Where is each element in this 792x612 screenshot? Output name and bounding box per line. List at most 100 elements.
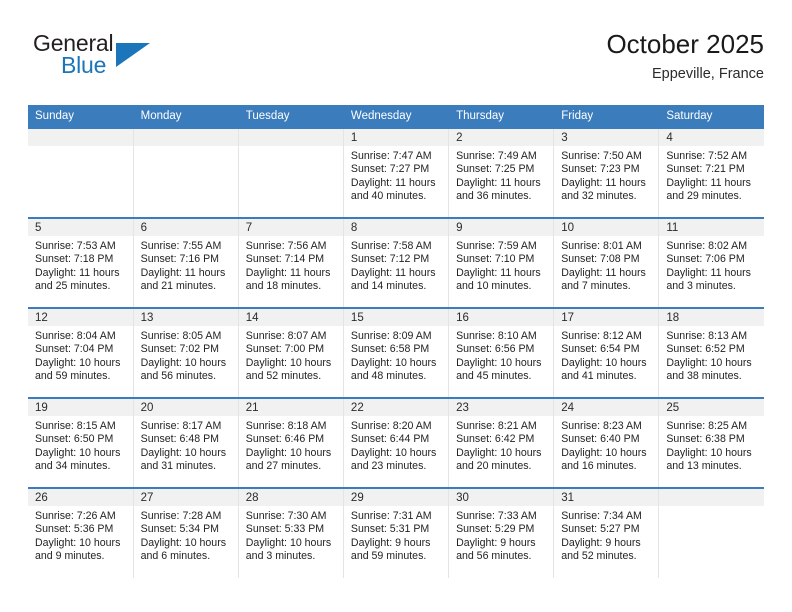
daylight-duration-line2: and 16 minutes. bbox=[561, 460, 637, 473]
calendar-day-cell[interactable]: 29 Sunrise: 7:31 AM Sunset: 5:31 PM Dayligh… bbox=[343, 487, 450, 578]
calendar-day-cell[interactable]: 6 Sunrise: 7:55 AM Sunset: 7:16 PM Daylight… bbox=[133, 217, 239, 308]
daylight-duration-line1: Daylight: 10 hours bbox=[140, 356, 227, 369]
calendar-day-cell[interactable]: 11 Sunrise: 8:02 AM Sunset: 7:06 PM Dayligh… bbox=[658, 217, 764, 308]
calendar-day-cell[interactable]: 16 Sunrise: 8:10 AM Sunset: 6:56 PM Dayligh… bbox=[448, 307, 555, 398]
sunset-time: Sunset: 7:06 PM bbox=[666, 253, 745, 266]
sunrise-time: Sunrise: 7:31 AM bbox=[350, 510, 432, 522]
sunrise-time: Sunrise: 8:23 AM bbox=[561, 420, 642, 432]
calendar-day-cell[interactable]: 24 Sunrise: 8:23 AM Sunset: 6:40 PM Dayligh… bbox=[553, 397, 660, 488]
calendar-day-cell[interactable]: 30 Sunrise: 7:33 AM Sunset: 5:29 PM Dayligh… bbox=[448, 487, 555, 578]
logo-text-blue: Blue bbox=[61, 52, 107, 78]
sunrise-time: Sunrise: 8:04 AM bbox=[35, 330, 116, 342]
day-number: 3 bbox=[554, 129, 659, 146]
sunrise-time: Sunrise: 8:07 AM bbox=[245, 330, 327, 342]
sunset-time: Sunset: 7:16 PM bbox=[140, 253, 219, 266]
day-details: Sunrise: 8:05 AM Sunset: 7:02 PM Daylight:… bbox=[134, 326, 238, 384]
calendar-day-cell[interactable]: 10 Sunrise: 8:01 AM Sunset: 7:08 PM Dayligh… bbox=[553, 217, 660, 308]
calendar-day-cell[interactable]: 26 Sunrise: 7:26 AM Sunset: 5:36 PM Dayligh… bbox=[28, 487, 134, 578]
daylight-duration-line2: and 52 minutes. bbox=[561, 550, 637, 563]
daylight-duration-line1: Daylight: 11 hours bbox=[350, 266, 436, 279]
sunset-time: Sunset: 7:21 PM bbox=[666, 163, 745, 176]
day-details: Sunrise: 7:34 AM Sunset: 5:27 PM Daylight:… bbox=[554, 506, 658, 564]
calendar-day-cell[interactable]: 1 Sunrise: 7:47 AM Sunset: 7:27 PM Daylight… bbox=[343, 127, 450, 218]
triangle-icon bbox=[116, 43, 150, 67]
daylight-duration-line1: Daylight: 11 hours bbox=[350, 176, 436, 189]
day-details: Sunrise: 8:04 AM Sunset: 7:04 PM Daylight:… bbox=[28, 326, 133, 384]
calendar-day-cell[interactable]: 19 Sunrise: 8:15 AM Sunset: 6:50 PM Dayligh… bbox=[28, 397, 134, 488]
calendar-day-cell[interactable]: 23 Sunrise: 8:21 AM Sunset: 6:42 PM Dayligh… bbox=[448, 397, 555, 488]
sunrise-time: Sunrise: 7:52 AM bbox=[666, 150, 748, 162]
calendar-day-cell[interactable]: 27 Sunrise: 7:28 AM Sunset: 5:34 PM Dayligh… bbox=[133, 487, 239, 578]
daylight-duration-line1: Daylight: 11 hours bbox=[666, 176, 751, 189]
daylight-duration-line2: and 59 minutes. bbox=[350, 550, 427, 563]
sunset-time: Sunset: 6:38 PM bbox=[666, 433, 745, 446]
sunset-time: Sunset: 6:56 PM bbox=[456, 343, 535, 356]
day-number: 28 bbox=[238, 489, 343, 506]
calendar-day-cell[interactable]: 3 Sunrise: 7:50 AM Sunset: 7:23 PM Daylight… bbox=[553, 127, 660, 218]
calendar-day-cell[interactable]: 7 Sunrise: 7:56 AM Sunset: 7:14 PM Daylight… bbox=[238, 217, 344, 308]
calendar-day-cell[interactable]: 2 Sunrise: 7:49 AM Sunset: 7:25 PM Daylight… bbox=[448, 127, 555, 218]
calendar-day-cell[interactable]: 17 Sunrise: 8:12 AM Sunset: 6:54 PM Dayligh… bbox=[553, 307, 660, 398]
calendar-day-cell[interactable]: 5 Sunrise: 7:53 AM Sunset: 7:18 PM Daylight… bbox=[28, 217, 134, 308]
calendar-day-cell[interactable]: 15 Sunrise: 8:09 AM Sunset: 6:58 PM Dayligh… bbox=[343, 307, 450, 398]
sunrise-time: Sunrise: 7:56 AM bbox=[245, 240, 327, 252]
day-details: Sunrise: 7:50 AM Sunset: 7:23 PM Daylight:… bbox=[554, 146, 658, 204]
day-number: 5 bbox=[28, 219, 133, 236]
calendar-day-cell[interactable]: 12 Sunrise: 8:04 AM Sunset: 7:04 PM Dayligh… bbox=[28, 307, 134, 398]
day-number: 7 bbox=[238, 219, 343, 236]
day-number: 20 bbox=[133, 399, 238, 416]
daylight-duration-line1: Daylight: 10 hours bbox=[350, 356, 437, 369]
daylight-duration-line1: Daylight: 11 hours bbox=[561, 176, 646, 189]
daylight-duration-line1: Daylight: 11 hours bbox=[456, 176, 541, 189]
sunset-time: Sunset: 7:12 PM bbox=[350, 253, 430, 266]
daylight-duration-line1: Daylight: 11 hours bbox=[140, 266, 226, 279]
day-number: 23 bbox=[449, 399, 554, 416]
calendar-day-cell[interactable]: 28 Sunrise: 7:30 AM Sunset: 5:33 PM Dayligh… bbox=[238, 487, 344, 578]
daylight-duration-line1: Daylight: 10 hours bbox=[666, 356, 752, 369]
sunrise-time: Sunrise: 8:20 AM bbox=[350, 420, 432, 432]
daylight-duration-line2: and 25 minutes. bbox=[35, 280, 111, 293]
daylight-duration-line1: Daylight: 10 hours bbox=[35, 356, 121, 369]
weekday-header-thursday: Thursday bbox=[448, 105, 555, 128]
daylight-duration-line1: Daylight: 10 hours bbox=[561, 446, 647, 459]
page-header: General Blue October 2025 Eppeville, Fra… bbox=[28, 28, 764, 96]
calendar-cell-empty bbox=[658, 487, 764, 578]
day-number: 10 bbox=[554, 219, 659, 236]
calendar-day-cell[interactable]: 13 Sunrise: 8:05 AM Sunset: 7:02 PM Dayligh… bbox=[133, 307, 239, 398]
sunrise-time: Sunrise: 7:58 AM bbox=[350, 240, 432, 252]
sunset-time: Sunset: 6:50 PM bbox=[35, 433, 114, 446]
day-details: Sunrise: 7:52 AM Sunset: 7:21 PM Daylight:… bbox=[659, 146, 764, 204]
sunset-time: Sunset: 6:46 PM bbox=[245, 433, 325, 446]
general-blue-logo[interactable]: General Blue bbox=[28, 30, 218, 90]
calendar-day-cell[interactable]: 21 Sunrise: 8:18 AM Sunset: 6:46 PM Dayligh… bbox=[238, 397, 344, 488]
daylight-duration-line1: Daylight: 9 hours bbox=[561, 536, 641, 549]
day-number: 8 bbox=[343, 219, 449, 236]
daylight-duration-line1: Daylight: 10 hours bbox=[140, 536, 227, 549]
day-details: Sunrise: 7:33 AM Sunset: 5:29 PM Daylight:… bbox=[449, 506, 553, 564]
daylight-duration-line2: and 45 minutes. bbox=[456, 370, 532, 383]
daylight-duration-line2: and 13 minutes. bbox=[666, 460, 742, 473]
calendar-day-cell[interactable]: 9 Sunrise: 7:59 AM Sunset: 7:10 PM Daylight… bbox=[448, 217, 555, 308]
day-details: Sunrise: 7:30 AM Sunset: 5:33 PM Daylight:… bbox=[239, 506, 343, 564]
day-number: 31 bbox=[554, 489, 659, 506]
day-number: 11 bbox=[659, 219, 764, 236]
day-number: 6 bbox=[133, 219, 238, 236]
daylight-duration-line2: and 9 minutes. bbox=[35, 550, 105, 563]
day-details: Sunrise: 8:02 AM Sunset: 7:06 PM Daylight:… bbox=[659, 236, 764, 294]
day-details: Sunrise: 8:21 AM Sunset: 6:42 PM Daylight:… bbox=[449, 416, 553, 474]
calendar-day-cell[interactable]: 4 Sunrise: 7:52 AM Sunset: 7:21 PM Daylight… bbox=[658, 127, 764, 218]
sunset-time: Sunset: 6:42 PM bbox=[456, 433, 535, 446]
sunset-time: Sunset: 5:31 PM bbox=[350, 523, 430, 536]
sunset-time: Sunset: 6:48 PM bbox=[140, 433, 219, 446]
calendar-day-cell[interactable]: 14 Sunrise: 8:07 AM Sunset: 7:00 PM Dayligh… bbox=[238, 307, 344, 398]
day-number: 17 bbox=[554, 309, 659, 326]
day-number: 9 bbox=[449, 219, 554, 236]
calendar-day-cell[interactable]: 20 Sunrise: 8:17 AM Sunset: 6:48 PM Dayligh… bbox=[133, 397, 239, 488]
calendar-day-cell[interactable]: 31 Sunrise: 7:34 AM Sunset: 5:27 PM Dayligh… bbox=[553, 487, 660, 578]
calendar-day-cell[interactable]: 25 Sunrise: 8:25 AM Sunset: 6:38 PM Dayligh… bbox=[658, 397, 764, 488]
daylight-duration-line1: Daylight: 10 hours bbox=[245, 356, 332, 369]
calendar-day-cell[interactable]: 8 Sunrise: 7:58 AM Sunset: 7:12 PM Daylight… bbox=[343, 217, 450, 308]
calendar-day-cell[interactable]: 22 Sunrise: 8:20 AM Sunset: 6:44 PM Dayligh… bbox=[343, 397, 450, 488]
calendar-day-cell[interactable]: 18 Sunrise: 8:13 AM Sunset: 6:52 PM Dayligh… bbox=[658, 307, 764, 398]
daylight-duration-line2: and 31 minutes. bbox=[140, 460, 217, 473]
